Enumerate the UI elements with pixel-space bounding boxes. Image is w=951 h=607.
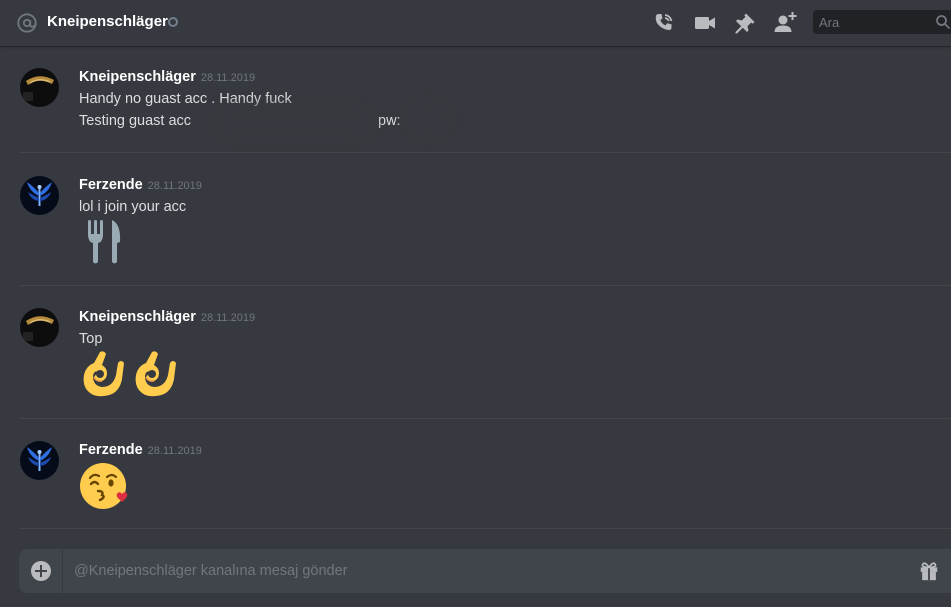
message-divider bbox=[20, 528, 951, 529]
message-text: Testing guast acc bbox=[79, 113, 192, 129]
composer-divider bbox=[62, 549, 63, 593]
avatar[interactable] bbox=[20, 176, 59, 215]
ok-hand-emoji bbox=[135, 351, 176, 397]
ok-hand-emoji bbox=[83, 351, 124, 397]
message-text: lol i join your acc bbox=[79, 199, 187, 215]
dm-title: Kneipenschläger bbox=[47, 13, 168, 30]
message-text: Handy no guast acc . Handy fuck bbox=[79, 91, 292, 107]
username[interactable]: Kneipenschläger bbox=[79, 69, 196, 85]
channel-header: Kneipenschläger bbox=[0, 0, 951, 46]
at-icon bbox=[17, 13, 37, 33]
voice-call-icon[interactable] bbox=[652, 11, 676, 35]
username[interactable]: Kneipenschläger bbox=[79, 309, 196, 325]
timestamp: 28.11.2019 bbox=[200, 72, 256, 84]
video-call-icon[interactable] bbox=[693, 11, 717, 35]
timestamp: 28.11.2019 bbox=[200, 312, 256, 324]
fork-and-knife-emoji bbox=[88, 220, 121, 264]
gift-icon[interactable] bbox=[918, 560, 940, 582]
message-header: Ferzende 28.11.2019 bbox=[79, 177, 202, 193]
message-input[interactable] bbox=[74, 561, 894, 581]
message-group: Ferzende 28.11.2019 bbox=[0, 433, 951, 528]
message-divider bbox=[20, 285, 951, 286]
timestamp: 28.11.2019 bbox=[147, 445, 202, 457]
search-icon[interactable] bbox=[935, 14, 951, 30]
message-divider bbox=[20, 418, 951, 419]
redacted-area bbox=[215, 106, 375, 140]
message-group: Kneipenschläger 28.11.2019 Top bbox=[0, 300, 951, 418]
username[interactable]: Ferzende bbox=[79, 442, 143, 458]
add-attachment-icon[interactable] bbox=[31, 561, 51, 581]
avatar[interactable] bbox=[20, 441, 59, 480]
avatar[interactable] bbox=[20, 308, 59, 347]
message-divider bbox=[20, 152, 951, 153]
message-header: Ferzende 28.11.2019 bbox=[79, 442, 202, 458]
message-group: Ferzende 28.11.2019 lol i join your acc bbox=[0, 168, 951, 286]
offline-status-icon bbox=[168, 17, 178, 27]
message-header: Kneipenschläger 28.11.2019 bbox=[79, 309, 255, 325]
message-text: Top bbox=[79, 331, 103, 347]
timestamp: 28.11.2019 bbox=[147, 180, 202, 192]
message-header: Kneipenschläger 28.11.2019 bbox=[79, 69, 255, 85]
avatar[interactable] bbox=[20, 68, 59, 107]
pin-icon[interactable] bbox=[733, 11, 757, 35]
search-bar[interactable] bbox=[813, 10, 951, 34]
message-group: Kneipenschläger 28.11.2019 Handy no guast… bbox=[0, 60, 951, 152]
username[interactable]: Ferzende bbox=[79, 177, 143, 193]
redacted-area bbox=[405, 100, 450, 138]
message-composer bbox=[19, 549, 951, 593]
search-input[interactable] bbox=[819, 13, 929, 31]
face-blowing-kiss-emoji bbox=[80, 463, 128, 509]
message-text: pw: bbox=[378, 113, 401, 129]
add-friend-icon[interactable] bbox=[773, 11, 797, 35]
